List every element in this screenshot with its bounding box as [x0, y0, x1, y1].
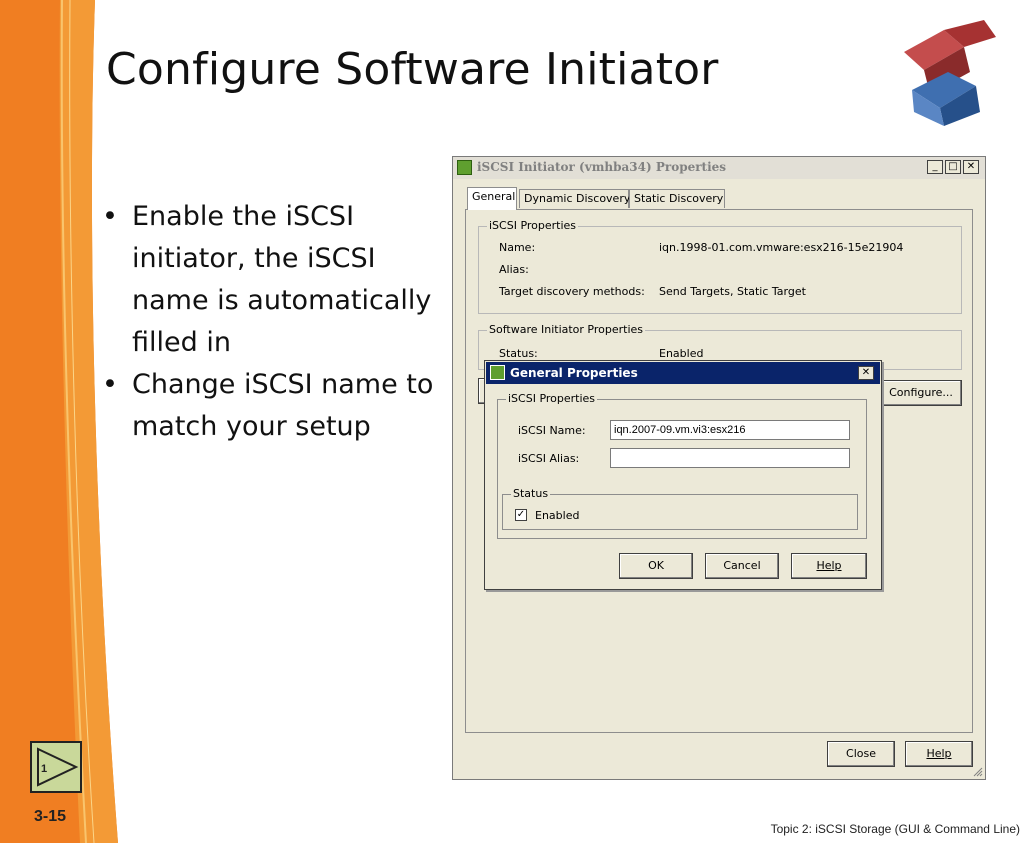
alias-label: Alias: — [499, 263, 529, 276]
iscsi-properties-group: iSCSI Properties iSCSI Name: iSCSI Alias… — [497, 392, 867, 539]
general-properties-dialog: General Properties ✕ iSCSI Properties iS… — [484, 360, 882, 590]
name-label: Name: — [499, 241, 536, 254]
cancel-button[interactable]: Cancel — [705, 553, 779, 579]
dialog-title-bar: General Properties ✕ — [486, 362, 880, 384]
group-legend: iSCSI Properties — [487, 219, 579, 232]
close-button[interactable]: ✕ — [858, 366, 874, 380]
help-button[interactable]: Help — [905, 741, 973, 767]
iscsi-name-input[interactable] — [610, 420, 850, 440]
app-icon — [490, 365, 505, 380]
group-legend: iSCSI Properties — [506, 392, 598, 405]
window-title: iSCSI Initiator (vmhba34) Properties — [477, 160, 727, 174]
status-value: Enabled — [659, 347, 704, 360]
iscsi-properties-group: iSCSI Properties Name: iqn.1998-01.com.v… — [478, 219, 962, 314]
iscsi-alias-input[interactable] — [610, 448, 850, 468]
group-legend: Status — [511, 487, 551, 500]
methods-value: Send Targets, Static Target — [659, 285, 806, 298]
app-icon — [457, 160, 472, 175]
bullet-item: • Enable the iSCSI initiator, the iSCSI n… — [102, 201, 432, 358]
play-arrow-icon — [37, 747, 79, 787]
methods-label: Target discovery methods: — [499, 285, 645, 298]
dialog-title: General Properties — [510, 366, 638, 380]
footer-text: Topic 2: iSCSI Storage (GUI & Command Li… — [770, 822, 1020, 836]
iscsi-name-label: iSCSI Name: — [518, 424, 586, 437]
status-group: Status ✓ Enabled — [502, 487, 858, 530]
slide-title: Configure Software Initiator — [106, 44, 719, 95]
vmware-cube-logo — [904, 20, 996, 126]
name-value: iqn.1998-01.com.vmware:esx216-15e21904 — [659, 241, 904, 254]
window-title-bar: iSCSI Initiator (vmhba34) Properties _ □… — [453, 157, 985, 179]
tab-dynamic-discovery[interactable]: Dynamic Discovery — [519, 189, 630, 208]
tab-general[interactable]: General — [467, 187, 517, 210]
slide-number: 3-15 — [34, 808, 67, 825]
enabled-checkbox[interactable]: ✓ — [515, 509, 527, 521]
close-button[interactable]: ✕ — [963, 160, 979, 174]
enabled-label: Enabled — [535, 509, 580, 522]
iscsi-alias-label: iSCSI Alias: — [518, 452, 580, 465]
group-legend: Software Initiator Properties — [487, 323, 646, 336]
next-slide-button[interactable]: 1 — [30, 741, 82, 793]
nav-button-label: 1 — [41, 763, 48, 775]
status-label: Status: — [499, 347, 538, 360]
close-dialog-button[interactable]: Close — [827, 741, 895, 767]
minimize-button[interactable]: _ — [927, 160, 943, 174]
ok-button[interactable]: OK — [619, 553, 693, 579]
resize-grip-icon[interactable] — [971, 765, 983, 777]
tab-static-discovery[interactable]: Static Discovery — [629, 189, 725, 208]
bullet-list: • Enable the iSCSI initiator, the iSCSI n… — [100, 196, 445, 448]
bullet-item: • Change iSCSI name to match your setup — [102, 369, 434, 442]
help-button[interactable]: Help — [791, 553, 867, 579]
maximize-button[interactable]: □ — [945, 160, 961, 174]
configure-button[interactable]: Configure... — [880, 380, 962, 406]
